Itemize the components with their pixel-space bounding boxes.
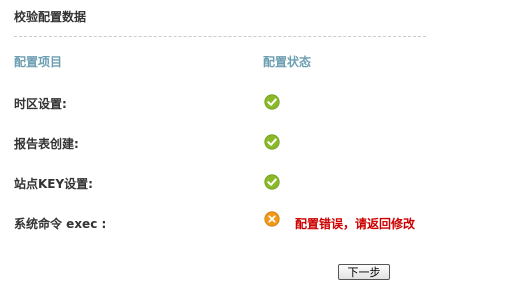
- check-circle-icon: [264, 174, 280, 190]
- exec-error-message: 配置错误，请返回修改: [295, 217, 416, 231]
- title-divider: [14, 36, 426, 37]
- config-item-exec-label: 系统命令 exec :: [14, 217, 107, 231]
- error-circle-icon: [264, 211, 280, 227]
- config-item-report-table-label: 报告表创建:: [14, 137, 79, 151]
- next-step-button[interactable]: 下一步: [338, 264, 390, 280]
- column-header-item: 配置项目: [14, 55, 63, 69]
- config-item-site-key-label: 站点KEY设置:: [14, 177, 93, 191]
- column-header-status: 配置状态: [263, 55, 312, 69]
- config-item-timezone-label: 时区设置:: [14, 97, 67, 111]
- check-circle-icon: [264, 94, 280, 110]
- check-circle-icon: [264, 134, 280, 150]
- page-title: 校验配置数据: [14, 10, 87, 24]
